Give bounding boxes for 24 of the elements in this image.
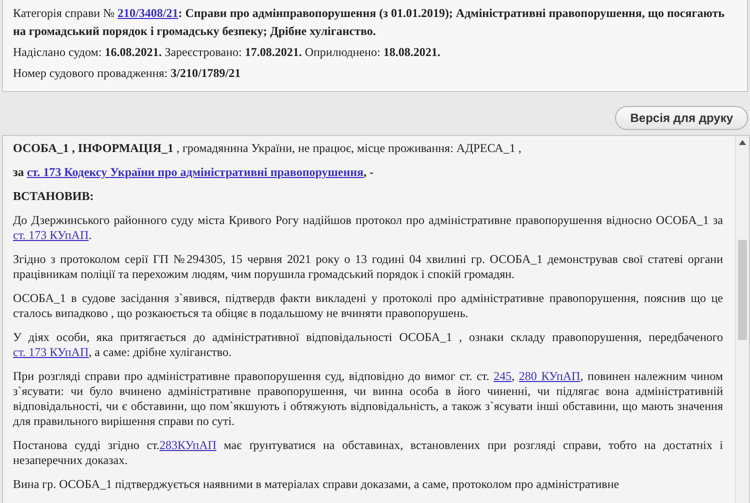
article-link[interactable]: ст. 173 КУпАП [13, 228, 89, 242]
scrollbar-thumb[interactable] [738, 240, 747, 340]
document-paragraph: До Дзержинського районного суду міста Кривого Рогу надійшов протокол про адміністративне правопорушення відносно ОСОБА_1 за ст. 173 КУпАП. [13, 213, 723, 243]
document-paragraph: Згідно з протоколом серії ГП №294305, 15 червня 2021 року о 13 годині 04 хвилині гр. ОСОБА_1 демонстрував свої статеві органи працівникам поліції та перехожим людям, чим порушила громадський порядок і спокій громадян. [13, 252, 723, 282]
scroll-up-icon[interactable] [739, 140, 746, 145]
case-info-line: Категорія справи № 210/3408/21: Справи про адмінправопорушення (з 01.01.2019); Адміністративні правопорушення, що посягають на громадський порядок і громадську безпеку; Дрібне хуліганство. [13, 5, 726, 40]
document-paragraph: ОСОБА_1 , ІНФОРМАЦІЯ_1 , громадянина України, не працює, місце проживання: АДРЕСА_1 , [13, 141, 522, 156]
scrollbar[interactable] [735, 136, 749, 503]
print-version-button[interactable]: Версія для друку [615, 106, 748, 130]
document-paragraph: У діях особи, яка притягається до адміністративної відповідальності ОСОБА_1 , ознаки складу правопорушення, передбаченого ст. 173 КУпАП, а саме: дрібне хуліганство. [13, 330, 723, 360]
article-link[interactable]: 280 КУпАП [518, 369, 580, 383]
case-info-line: Надіслано судом: 16.08.2021. Зареєстровано: 17.08.2021. Оприлюднено: 18.08.2021. [13, 44, 442, 61]
document-paragraph: Постанова судді згідно ст.283КУпАП має ґрунтуватися на обставинах, встановлених при розгляді справи, тобто на достатніх і незаперечних доказах. [13, 438, 723, 468]
document-paragraph: При розгляді справи про адміністративне правопорушення суд, відповідно до вимог ст. ст. 245, 280 КУпАП, повинен належним чином з`ясувати: чи було вчинено адміністративне правопорушення, чи винна особа в його чиненні, чи підлягає вона адміністративній відповідальності, чи є обставини, що пом`якшують і обтяжують відповідальність, а також з`ясувати інші обставини, що мають значення для правильного вирішення справи по суті. [13, 369, 723, 429]
document-paragraph: Вина гр. ОСОБА_1 підтверджується наявними в матеріалах справи доказами, а саме, протоколом про адміністративне [13, 477, 620, 492]
document-paragraph: за ст. 173 Кодексу України про адміністративні правопорушення, - [13, 165, 375, 180]
article-link[interactable]: 283КУпАП [159, 438, 216, 452]
case-info-line: Номер судового провадження: 3/210/1789/21 [13, 65, 242, 82]
document-paragraph: ОСОБА_1 в судове засідання з`явився, підтвердв факти викладені у протоколі про адміністративне правопорушення, пояснив що це сталось випадково , що розкаюється та обіцяє в подальшому не вчиняти правопорушень. [13, 291, 723, 321]
article-link[interactable]: 210/3408/21 [118, 6, 178, 20]
article-link[interactable]: ст. 173 Кодексу України про адміністративні правопорушення [26, 165, 364, 179]
document-paragraph: ВСТАНОВИВ: [13, 189, 95, 204]
article-link[interactable]: 245 [494, 369, 512, 383]
article-link[interactable]: ст. 173 КУпАП [13, 345, 89, 359]
